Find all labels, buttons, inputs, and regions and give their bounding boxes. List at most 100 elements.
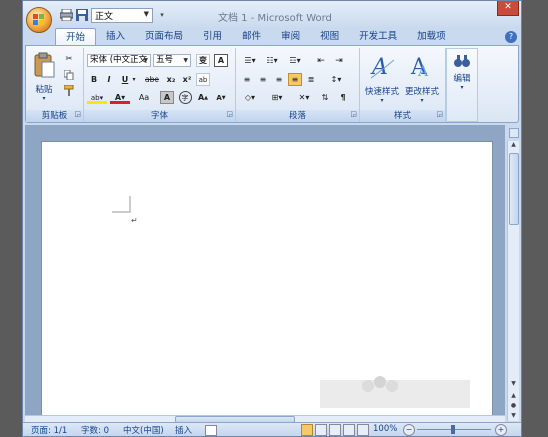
font-group-label: 字体 ◲ [84, 110, 235, 122]
cut-icon[interactable]: ✂ [62, 52, 76, 65]
zoom-in-icon[interactable]: + [495, 424, 507, 436]
chevron-down-icon: ▾ [380, 97, 384, 104]
line-spacing-icon[interactable]: ↕▾ [326, 73, 346, 86]
enclose-characters-label: 字 [178, 91, 192, 104]
dialog-launcher-icon[interactable]: ◲ [436, 108, 443, 120]
align-center-icon[interactable]: ≡ [256, 73, 270, 86]
outline-view-icon[interactable] [343, 424, 355, 436]
shading-icon[interactable]: ◇▾ [240, 91, 260, 104]
editing-button[interactable]: 编辑 ▾ [447, 53, 477, 91]
tab-add-ins[interactable]: 加载项 [407, 28, 456, 46]
change-case-button[interactable]: Aa [134, 91, 154, 104]
strikethrough-button[interactable]: abe [142, 73, 162, 86]
save-icon[interactable] [75, 8, 89, 22]
tab-page-layout[interactable]: 页面布局 [135, 28, 193, 46]
copy-icon[interactable] [62, 68, 76, 81]
paste-icon [34, 52, 55, 78]
italic-button[interactable]: I [102, 73, 116, 86]
web-layout-icon[interactable] [329, 424, 341, 436]
font-color-button[interactable]: A▾ [110, 91, 130, 104]
change-styles-icon: AA [410, 55, 429, 80]
format-painter-icon[interactable] [62, 84, 76, 97]
highlight-color-button[interactable]: ab▾ [87, 91, 107, 104]
clear-formatting-button[interactable]: ab [196, 73, 210, 86]
document-area: ↵ [25, 125, 505, 421]
view-ruler-button[interactable] [509, 128, 519, 138]
enclose-characters-button[interactable]: 字 [178, 91, 192, 104]
word-window: 正文 ▼ ▾ 文档 1 - Microsoft Word ✕ 开始 插入 页面布… [22, 0, 522, 437]
phonetic-guide-button[interactable]: 变 [196, 54, 210, 67]
tab-view[interactable]: 视图 [310, 28, 349, 46]
print-layout-icon[interactable] [301, 424, 313, 436]
multilevel-list-icon[interactable]: ☲▾ [284, 54, 306, 67]
subscript-button[interactable]: x₂ [164, 73, 178, 86]
shrink-font-button[interactable]: A ▼ [214, 91, 228, 104]
borders-icon[interactable]: ⊞▾ [266, 91, 288, 104]
office-button[interactable] [26, 7, 52, 33]
superscript-button[interactable]: x² [180, 73, 194, 86]
tab-home[interactable]: 开始 [55, 28, 97, 46]
close-button[interactable]: ✕ [497, 1, 519, 16]
page-count[interactable]: 页面: 1/1 [31, 424, 67, 436]
scroll-up-icon[interactable]: ▲ [508, 141, 519, 151]
distributed-icon[interactable]: ≣ [304, 73, 318, 86]
scroll-down-icon[interactable]: ▼ [508, 380, 519, 387]
character-shading-button[interactable]: A [160, 91, 174, 104]
macro-record-icon[interactable] [205, 425, 217, 436]
change-styles-button[interactable]: AA 更改样式 ▾ [402, 52, 442, 104]
zoom-slider-thumb[interactable] [451, 425, 455, 434]
grow-font-button[interactable]: A ▲ [196, 91, 210, 104]
clipboard-group: 粘贴 ▾ ✂ 剪贴板 ◲ [26, 48, 84, 122]
editing-group: 编辑 ▾ [446, 48, 478, 122]
font-size-combo[interactable]: 五号 ▼ [153, 54, 191, 67]
chevron-down-icon: ▾ [420, 97, 424, 104]
chevron-down-icon[interactable]: ▾ [130, 73, 138, 86]
zoom-level[interactable]: 100% [373, 424, 397, 434]
status-bar: 页面: 1/1 字数: 0 中文(中国) 插入 100% − + [23, 422, 521, 436]
increase-indent-icon[interactable]: ⇥ [332, 54, 346, 67]
watermark-image [320, 376, 470, 408]
office-logo-icon [33, 14, 44, 25]
print-icon[interactable] [59, 8, 73, 22]
numbering-icon[interactable]: ☷▾ [262, 54, 282, 67]
draft-view-icon[interactable] [357, 424, 369, 436]
language-indicator[interactable]: 中文(中国) [123, 424, 164, 436]
justify-icon[interactable]: ≡ [288, 73, 302, 86]
customize-qat-icon[interactable]: ▾ [155, 8, 169, 22]
show-marks-icon[interactable]: ¶ [336, 91, 350, 104]
asian-layout-icon[interactable]: ✕▾ [294, 91, 314, 104]
word-count[interactable]: 字数: 0 [81, 424, 109, 436]
tab-review[interactable]: 审阅 [271, 28, 310, 46]
document-page[interactable]: ↵ [41, 141, 493, 421]
align-left-icon[interactable]: ≡ [240, 73, 254, 86]
help-icon[interactable]: ? [505, 31, 517, 43]
select-browse-object-icon[interactable]: ● [508, 402, 519, 409]
quick-access-toolbar: 正文 ▼ ▾ [59, 6, 169, 24]
tab-references[interactable]: 引用 [193, 28, 232, 46]
paste-button[interactable]: 粘贴 ▾ [30, 52, 58, 102]
chevron-down-icon: ▼ [143, 57, 148, 64]
vertical-scrollbar[interactable]: ▲ ▼ ▲ ● ▼ [507, 141, 519, 421]
tab-insert[interactable]: 插入 [96, 28, 135, 46]
scroll-thumb[interactable] [509, 153, 519, 225]
dialog-launcher-icon[interactable]: ◲ [350, 108, 357, 120]
full-screen-reading-icon[interactable] [315, 424, 327, 436]
bold-button[interactable]: B [87, 73, 101, 86]
dialog-launcher-icon[interactable]: ◲ [74, 108, 81, 120]
tab-mailings[interactable]: 邮件 [232, 28, 271, 46]
align-right-icon[interactable]: ≡ [272, 73, 286, 86]
previous-page-icon[interactable]: ▲ [508, 392, 519, 399]
chevron-down-icon: ▼ [183, 57, 188, 64]
next-page-icon[interactable]: ▼ [508, 412, 519, 419]
zoom-out-icon[interactable]: − [403, 424, 415, 436]
tab-developer[interactable]: 开发工具 [349, 28, 407, 46]
decrease-indent-icon[interactable]: ⇤ [314, 54, 328, 67]
sort-icon[interactable]: ⇅ [318, 91, 332, 104]
bullets-icon[interactable]: ☰▾ [240, 54, 260, 67]
style-combo[interactable]: 正文 ▼ [91, 7, 153, 23]
dialog-launcher-icon[interactable]: ◲ [226, 108, 233, 120]
character-border-button[interactable]: A [214, 54, 228, 67]
font-name-combo[interactable]: 宋体 (中文正文 ▼ [87, 54, 151, 67]
quick-styles-button[interactable]: A 快速样式 ▾ [362, 52, 402, 104]
insert-mode[interactable]: 插入 [175, 424, 192, 436]
